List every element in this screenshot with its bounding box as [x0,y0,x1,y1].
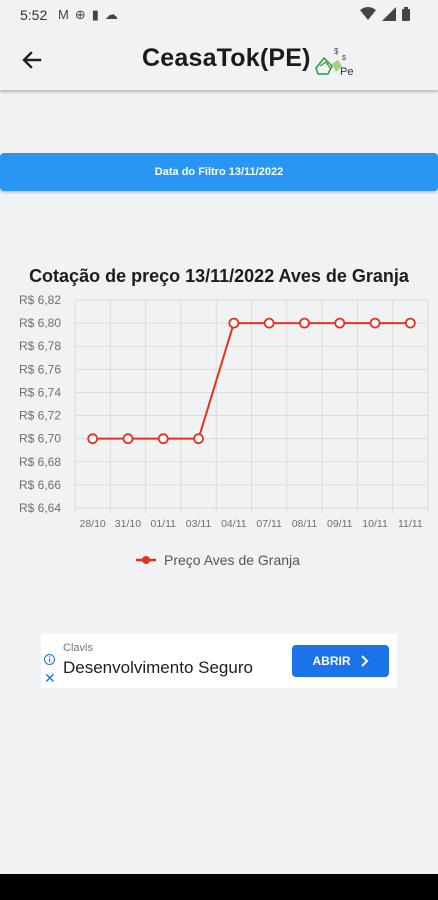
y-tick-label: R$ 6,80 [19,316,61,330]
data-point [157,433,169,445]
data-point [87,433,99,445]
ad-open-label: ABRIR [312,654,351,668]
filter-date-button[interactable]: Data do Filtro 13/11/2022 [0,153,438,191]
ad-title: Desenvolvimento Seguro [63,658,253,677]
app-bar: CeasaTok(PE) [0,30,438,90]
cloud-icon: ☁ [104,7,118,22]
x-tick-label: 09/11 [327,518,353,530]
y-tick-label: R$ 6,70 [19,432,61,446]
system-nav-bar [0,874,438,900]
ad-open-button[interactable]: ABRIR [292,645,389,677]
x-tick-label: 31/10 [115,518,141,530]
data-point [404,317,416,329]
status-bar: 5:52 M ⊕ ▮ ☁ [0,0,438,30]
legend-marker [136,556,156,564]
x-tick-label: 04/11 [221,518,247,530]
data-point [193,433,204,445]
y-tick-label: R$ 6,66 [19,478,61,492]
data-point [122,433,134,445]
ad-close-icon[interactable]: ✕ [44,671,56,685]
wifi-icon [360,7,376,20]
battery-icon [402,7,410,21]
x-tick-label: 10/11 [362,518,388,530]
signal-icon [382,7,396,21]
filter-date-label: Data do Filtro 13/11/2022 [154,166,284,178]
ad-brand: Clavis [63,642,93,654]
y-tick-label: R$ 6,74 [19,385,61,399]
data-point [228,317,240,329]
x-tick-label: 08/11 [292,518,318,530]
back-arrow-icon[interactable] [18,46,46,74]
chart-title: Cotação de preço 13/11/2022 Aves de Gran… [29,266,409,286]
data-point [299,317,310,329]
chevron-right-icon [360,655,368,667]
ad-banner[interactable]: ✕ Clavis Desenvolvimento Seguro ABRIR [41,634,397,688]
data-point [369,317,381,329]
x-tick-label: 03/11 [186,518,212,530]
x-tick-label: 11/11 [398,518,423,530]
system-icons [360,7,410,21]
gmail-icon: M [58,7,69,22]
app-title: CeasaTok(PE) [142,44,311,72]
logo-text: Pe [340,66,354,78]
y-tick-label: R$ 6,82 [19,293,61,307]
price-line-chart: R$ 6,82 R$ 6,80 R$ 6,78 R$ 6,76 R$ 6,74 R$ 6,… [19,293,429,530]
x-tick-label: 01/11 [151,518,177,530]
y-tick-label: R$ 6,72 [19,409,61,423]
data-point [334,317,346,329]
sim-icon: ▮ [91,7,99,22]
app-logo-icon: $ $ [315,47,346,75]
notification-icons: M ⊕ ▮ ☁ [58,7,118,22]
x-tick-label: 28/10 [80,518,106,530]
x-tick-label: 07/11 [256,518,282,530]
svg-text:$: $ [342,55,346,62]
y-tick-label: R$ 6,64 [19,501,61,515]
svg-text:$: $ [334,47,339,56]
data-point [263,317,275,329]
y-tick-label: R$ 6,76 [19,362,61,376]
ad-info-icon[interactable] [44,654,55,665]
legend-label: Preço Aves de Granja [164,552,300,568]
y-tick-label: R$ 6,68 [19,455,61,469]
globe-icon: ⊕ [74,7,86,22]
y-tick-label: R$ 6,78 [19,339,61,353]
status-time: 5:52 [20,7,48,23]
chart-legend: Preço Aves de Granja [136,552,300,568]
